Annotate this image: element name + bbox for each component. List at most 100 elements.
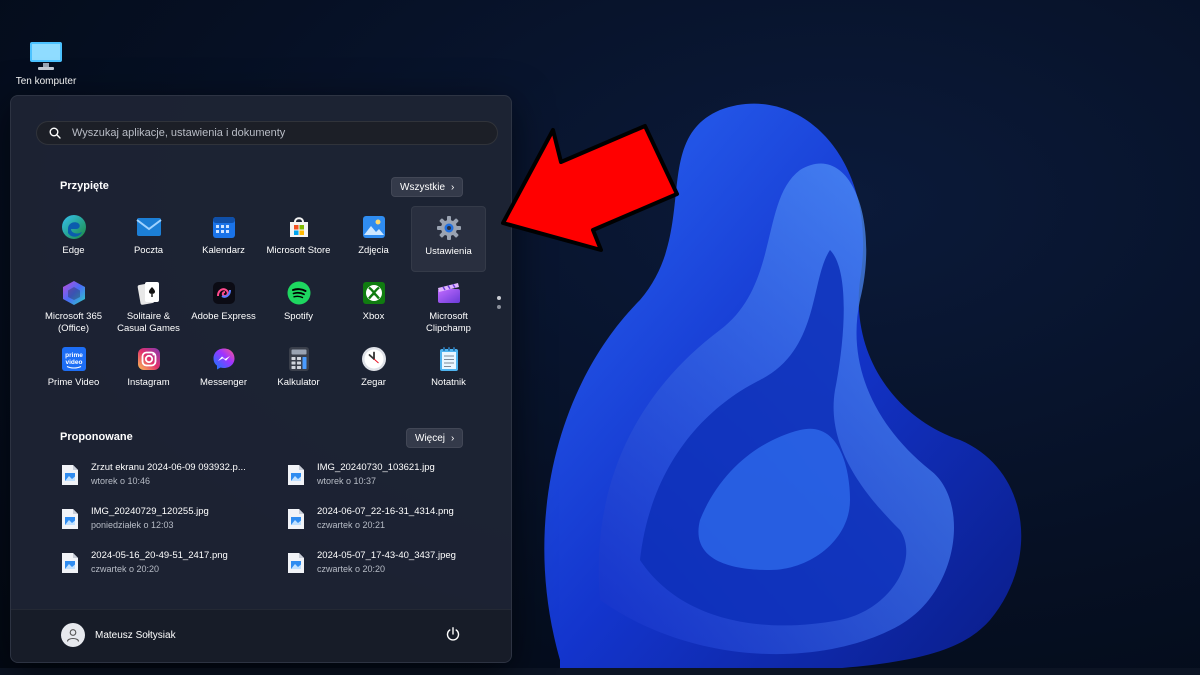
- app-label: Spotify: [283, 311, 314, 322]
- start-menu-footer: Mateusz Sołtysiak: [11, 609, 511, 662]
- pinned-app-spotify[interactable]: Spotify: [261, 272, 336, 338]
- notepad-icon: [436, 346, 462, 372]
- app-label: Microsoft 365 (Office): [44, 311, 103, 334]
- monitor-icon: [30, 42, 62, 70]
- power-button[interactable]: [445, 626, 461, 647]
- calculator-icon: [286, 346, 312, 372]
- pinned-app-adobe-express[interactable]: Adobe Express: [186, 272, 261, 338]
- desktop-icon-this-pc[interactable]: Ten komputer: [12, 40, 80, 87]
- recommended-item[interactable]: IMG_20240730_103621.jpgwtorek o 10:37: [287, 462, 481, 506]
- app-label: Instagram: [127, 377, 170, 388]
- app-label: Kalkulator: [277, 377, 320, 388]
- all-apps-button[interactable]: Wszystkie ›: [391, 177, 464, 197]
- instagram-icon: [136, 346, 162, 372]
- app-label: Microsoft Store: [266, 245, 331, 256]
- more-button-label: Więcej: [415, 432, 446, 444]
- pinned-page-indicator[interactable]: [497, 296, 501, 314]
- file-time: czwartek o 20:21: [317, 520, 386, 530]
- recommended-item[interactable]: 2024-05-16_20-49-51_2417.png czwartek o 2…: [61, 550, 287, 594]
- file-time: czwartek o 20:20: [91, 564, 160, 574]
- app-label: Solitaire & Casual Games: [117, 311, 180, 334]
- edge-icon: [61, 214, 87, 240]
- page-dot[interactable]: [497, 296, 501, 300]
- app-label: Adobe Express: [191, 311, 256, 322]
- pinned-app-calculator[interactable]: Kalkulator: [261, 338, 336, 404]
- user-account-button[interactable]: Mateusz Sołtysiak: [61, 623, 176, 647]
- pinned-app-xbox[interactable]: Xbox: [336, 272, 411, 338]
- recommended-item[interactable]: 2024-05-07_17-43-40_3437.jpeg czwartek o …: [287, 550, 481, 594]
- pinned-app-photos[interactable]: Zdjęcia: [336, 206, 411, 272]
- image-file-icon: [288, 509, 304, 529]
- desktop-icon-label: Ten komputer: [15, 76, 77, 87]
- file-time: wtorek o 10:37: [317, 476, 377, 486]
- search-box[interactable]: [36, 121, 498, 145]
- store-icon: [286, 214, 312, 240]
- pinned-app-prime-video[interactable]: prime video Prime Video: [36, 338, 111, 404]
- search-icon: [49, 127, 61, 139]
- cards-icon: [136, 280, 162, 306]
- avatar: [61, 623, 85, 647]
- pinned-app-microsoft-365[interactable]: Microsoft 365 (Office): [36, 272, 111, 338]
- pinned-app-notepad[interactable]: Notatnik: [411, 338, 486, 404]
- image-file-icon: [62, 465, 78, 485]
- image-file-icon: [288, 553, 304, 573]
- file-name: 2024-05-07_17-43-40_3437.jpeg: [317, 550, 456, 561]
- red-annotation-arrow: [501, 124, 679, 252]
- pinned-app-clipchamp[interactable]: Microsoft Clipchamp: [411, 272, 486, 338]
- chevron-right-icon: ›: [451, 181, 455, 193]
- pinned-app-edge[interactable]: Edge: [36, 206, 111, 272]
- page-dot[interactable]: [497, 305, 501, 309]
- spotify-icon: [286, 280, 312, 306]
- svg-text:video: video: [65, 359, 82, 366]
- pinned-app-solitaire[interactable]: Solitaire & Casual Games: [111, 272, 186, 338]
- recommended-item[interactable]: Zrzut ekranu 2024-06-09 093932.p... wtore…: [61, 462, 287, 506]
- app-label: Poczta: [133, 245, 164, 256]
- file-time: poniedziałek o 12:03: [91, 520, 174, 530]
- file-time: czwartek o 20:20: [317, 564, 386, 574]
- app-label: Zegar: [361, 377, 386, 388]
- app-label: Kalendarz: [202, 245, 245, 256]
- image-file-icon: [62, 553, 78, 573]
- messenger-icon: [211, 346, 237, 372]
- pinned-app-instagram[interactable]: Instagram: [111, 338, 186, 404]
- app-label: Edge: [62, 245, 85, 256]
- power-icon: [446, 627, 460, 641]
- search-input[interactable]: [70, 126, 497, 140]
- xbox-icon: [361, 280, 387, 306]
- app-label: Microsoft Clipchamp: [426, 311, 471, 334]
- mail-icon: [135, 214, 162, 240]
- m365-icon: [61, 280, 87, 306]
- pinned-app-clock[interactable]: Zegar: [336, 338, 411, 404]
- recommended-list: Zrzut ekranu 2024-06-09 093932.p... wtore…: [61, 462, 481, 594]
- pinned-app-mail[interactable]: Poczta: [111, 206, 186, 272]
- pinned-app-messenger[interactable]: Messenger: [186, 338, 261, 404]
- user-name: Mateusz Sołtysiak: [95, 629, 176, 641]
- more-button[interactable]: Więcej ›: [406, 428, 464, 448]
- svg-text:prime: prime: [65, 352, 83, 359]
- all-apps-button-label: Wszystkie: [400, 181, 445, 193]
- app-label: Prime Video: [47, 377, 100, 388]
- gear-icon: [436, 215, 462, 241]
- file-name: Zrzut ekranu 2024-06-09 093932.p...: [91, 462, 246, 473]
- app-label: Xbox: [362, 311, 385, 322]
- recommended-item[interactable]: 2024-06-07_22-16-31_4314.png czwartek o 2…: [287, 506, 481, 550]
- recommended-title: Proponowane: [60, 431, 133, 443]
- pinned-app-calendar[interactable]: Kalendarz: [186, 206, 261, 272]
- app-label: Zdjęcia: [358, 245, 389, 256]
- pinned-app-settings[interactable]: Ustawienia: [411, 206, 486, 272]
- pinned-apps-grid: Edge Poczta Kalendarz Microsoft Store Zd…: [36, 206, 489, 404]
- adobe-express-icon: [211, 280, 237, 306]
- pinned-app-microsoft-store[interactable]: Microsoft Store: [261, 206, 336, 272]
- recommended-item[interactable]: IMG_20240729_120255.jpg poniedziałek o 12…: [61, 506, 287, 550]
- prime-video-icon: prime video: [61, 346, 87, 372]
- app-label: Ustawienia: [425, 246, 472, 257]
- file-time: wtorek o 10:46: [91, 476, 151, 486]
- clock-icon: [361, 346, 387, 372]
- image-file-icon: [288, 465, 304, 485]
- file-name: 2024-05-16_20-49-51_2417.png: [91, 550, 228, 561]
- image-file-icon: [62, 509, 78, 529]
- photos-icon: [361, 214, 387, 240]
- person-icon: [66, 629, 80, 642]
- file-name: IMG_20240730_103621.jpg: [317, 462, 435, 473]
- start-menu: Przypięte Wszystkie › Edge Poczta Kalend…: [10, 95, 512, 663]
